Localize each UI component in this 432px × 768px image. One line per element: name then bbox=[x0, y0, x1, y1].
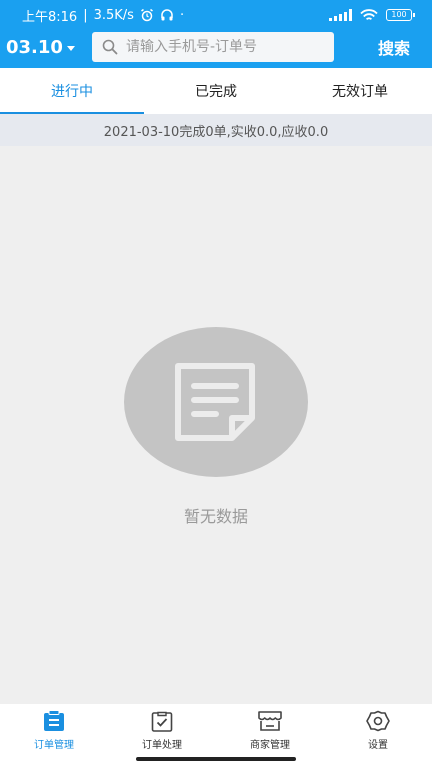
nav-label: 商家管理 bbox=[250, 740, 290, 751]
search-box bbox=[92, 32, 334, 62]
status-separator: | bbox=[83, 7, 88, 23]
status-bar: 上午8:16 | 3.5K/s · 100 bbox=[0, 0, 432, 30]
date-selector[interactable]: 03.10 bbox=[0, 37, 92, 58]
tab-label: 已完成 bbox=[195, 84, 237, 100]
nav-label: 订单处理 bbox=[142, 740, 182, 751]
headset-icon bbox=[161, 9, 173, 21]
caret-down-icon bbox=[66, 45, 75, 51]
summary-text: 2021-03-10完成0单,实收0.0,应收0.0 bbox=[103, 124, 329, 140]
tab-label: 进行中 bbox=[51, 84, 93, 100]
tab-label: 无效订单 bbox=[332, 84, 388, 100]
wifi-icon bbox=[360, 8, 378, 20]
tab-in-progress[interactable]: 进行中 bbox=[0, 68, 144, 114]
nav-label: 设置 bbox=[368, 740, 388, 751]
nav-label: 订单管理 bbox=[34, 740, 74, 751]
search-button[interactable]: 搜索 bbox=[378, 35, 410, 59]
empty-state-illustration bbox=[124, 327, 308, 477]
header: 上午8:16 | 3.5K/s · 100 03.10 请输入手机号-订单号 搜… bbox=[0, 0, 432, 68]
tab-invalid-orders[interactable]: 无效订单 bbox=[288, 68, 432, 114]
search-input[interactable] bbox=[126, 39, 326, 55]
signal-icon bbox=[329, 9, 352, 21]
nav-settings[interactable]: 设置 bbox=[324, 704, 432, 768]
alarm-icon bbox=[141, 8, 153, 22]
clipboard-check-icon bbox=[151, 711, 173, 732]
order-tabs: 进行中 已完成 无效订单 bbox=[0, 68, 432, 114]
status-time: 上午8:16 bbox=[22, 9, 78, 25]
store-icon bbox=[258, 711, 282, 731]
gear-icon bbox=[366, 710, 390, 732]
search-icon bbox=[102, 39, 118, 55]
tab-completed[interactable]: 已完成 bbox=[144, 68, 288, 114]
battery-level: 100 bbox=[391, 10, 407, 19]
empty-state-text: 暂无数据 bbox=[183, 507, 248, 526]
status-dot: · bbox=[179, 7, 185, 23]
document-icon bbox=[175, 363, 255, 441]
home-indicator[interactable] bbox=[136, 757, 296, 761]
nav-order-management[interactable]: 订单管理 bbox=[0, 704, 108, 768]
toolbar: 03.10 搜索 bbox=[0, 30, 432, 64]
clipboard-icon bbox=[44, 710, 64, 731]
battery-icon: 100 bbox=[386, 9, 415, 21]
status-speed: 3.5K/s bbox=[93, 7, 134, 23]
order-summary: 2021-03-10完成0单,实收0.0,应收0.0 bbox=[0, 114, 432, 146]
date-value: 03.10 bbox=[6, 36, 63, 58]
